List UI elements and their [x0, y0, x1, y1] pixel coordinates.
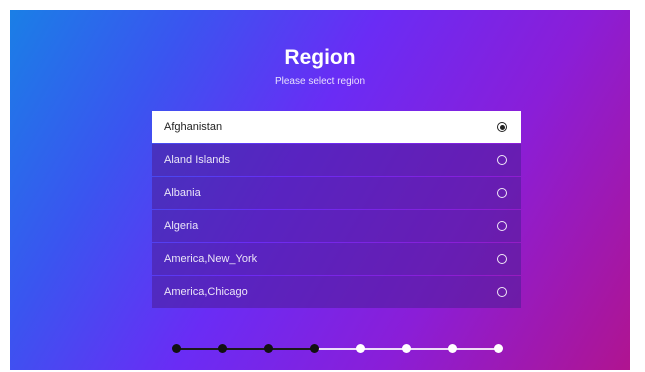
region-option-aland-islands[interactable]: Aland Islands — [152, 144, 521, 176]
region-setup-screen: Region Please select region Afghanistan … — [10, 10, 630, 370]
step-pending-dot — [402, 344, 411, 353]
region-option-label: America,Chicago — [164, 286, 248, 298]
region-option-label: Aland Islands — [164, 154, 231, 166]
region-list: Afghanistan Aland Islands Albania Algeri… — [152, 111, 521, 309]
radio-unselected-icon[interactable] — [497, 188, 507, 198]
step-completed-dot — [310, 344, 319, 353]
region-option-algeria[interactable]: Algeria — [152, 210, 521, 242]
region-option-albania[interactable]: Albania — [152, 177, 521, 209]
step-completed-dot — [218, 344, 227, 353]
step-completed-dot — [264, 344, 273, 353]
region-option-afghanistan[interactable]: Afghanistan — [152, 111, 521, 143]
step-pending-dot — [356, 344, 365, 353]
step-pending-dot — [448, 344, 457, 353]
page-title: Region — [284, 46, 356, 69]
radio-unselected-icon[interactable] — [497, 287, 507, 297]
progress-track-completed — [176, 348, 314, 350]
region-option-label: Algeria — [164, 220, 199, 232]
radio-unselected-icon[interactable] — [497, 221, 507, 231]
region-option-america-new-york[interactable]: America,New_York — [152, 243, 521, 275]
region-option-label: Albania — [164, 187, 201, 199]
region-option-label: America,New_York — [164, 253, 258, 265]
region-option-america-chicago[interactable]: America,Chicago — [152, 276, 521, 308]
region-option-label: Afghanistan — [164, 121, 223, 133]
radio-unselected-icon[interactable] — [497, 254, 507, 264]
radio-unselected-icon[interactable] — [497, 155, 507, 165]
step-pending-dot — [494, 344, 503, 353]
step-completed-dot — [172, 344, 181, 353]
page-subtitle: Please select region — [274, 76, 366, 87]
radio-selected-icon[interactable] — [497, 122, 507, 132]
setup-progress-stepper — [172, 344, 503, 354]
